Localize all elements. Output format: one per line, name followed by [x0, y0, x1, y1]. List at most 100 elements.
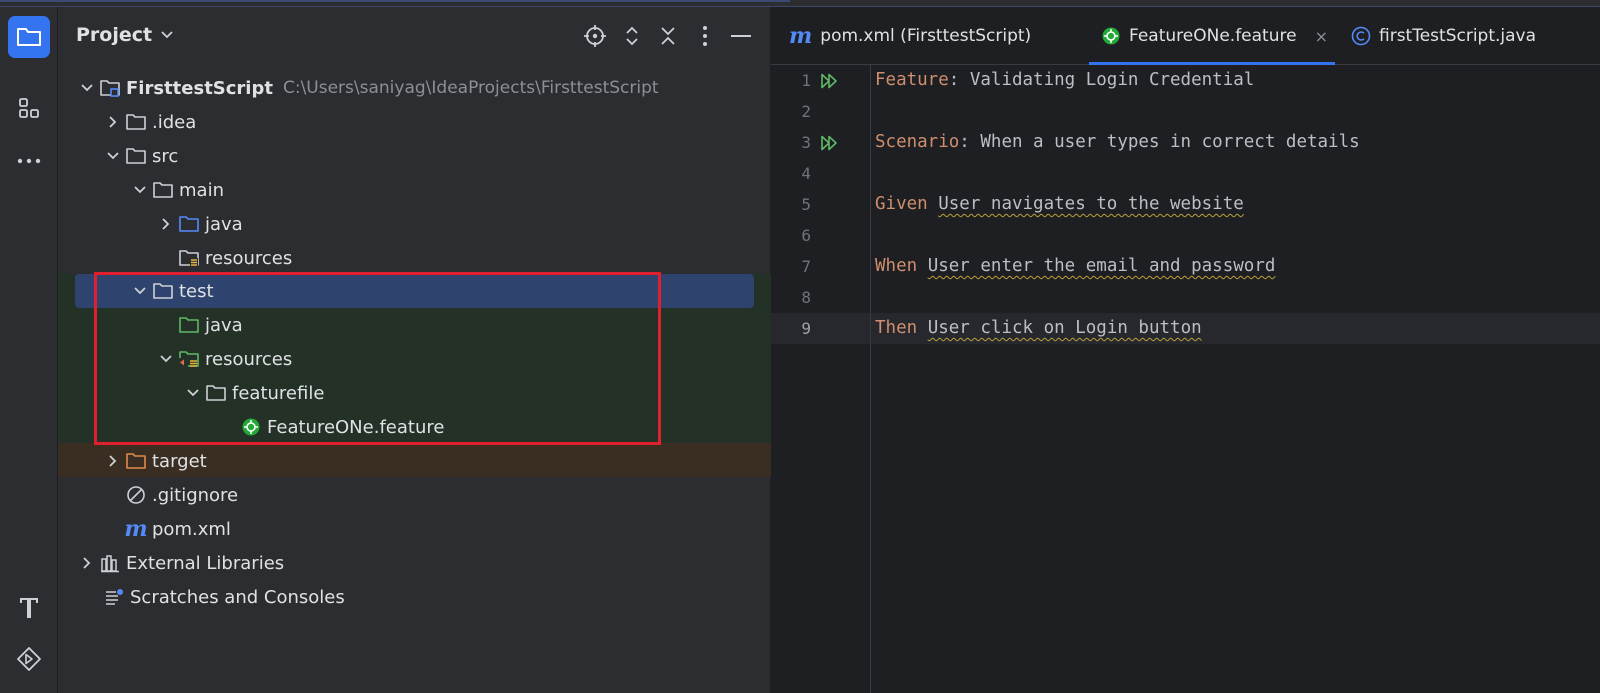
tab-pom-xml[interactable]: m pom.xml (FirsttestScript): [789, 7, 1031, 65]
code-text: : When a user types in correct details: [959, 132, 1360, 152]
chevron-down-icon[interactable]: [182, 376, 204, 410]
run-icon: [17, 647, 41, 671]
tree-item-src[interactable]: src: [58, 139, 771, 173]
tree-item-gitignore[interactable]: .gitignore: [58, 478, 771, 512]
undefined-step-text: User navigates to the website: [938, 194, 1244, 214]
tree-item-label: .idea: [152, 111, 197, 133]
gherkin-keyword: Then: [875, 318, 918, 338]
source-folder-icon: [177, 207, 201, 241]
tree-item-label: FirsttestScript: [126, 77, 273, 99]
tab-java-file[interactable]: firstTestScript.java: [1351, 7, 1536, 65]
code-line[interactable]: 1 Feature: Validating Login Credential: [771, 65, 1600, 96]
ignored-file-icon: [124, 478, 148, 512]
tab-label: firstTestScript.java: [1379, 26, 1537, 46]
line-number: 2: [801, 102, 811, 121]
tool-window-strip: [0, 7, 58, 693]
code-text: : Validating Login Credential: [948, 70, 1255, 90]
project-panel: Project FirsttestScript C:\Users\saniyag…: [58, 7, 771, 693]
run-tool-button[interactable]: [8, 638, 50, 680]
project-path: C:\Users\saniyag\IdeaProjects\FirsttestS…: [282, 78, 659, 98]
undefined-step-text: User click on Login button: [927, 318, 1202, 338]
hide-panel-button[interactable]: [728, 23, 754, 49]
tree-item-pom[interactable]: m pom.xml: [58, 512, 771, 546]
code-line[interactable]: 3 Scenario: When a user types in correct…: [771, 127, 1600, 158]
line-number: 7: [801, 257, 811, 276]
editor-area: m pom.xml (FirsttestScript) FeatureONe.f…: [771, 7, 1600, 693]
line-number: 3: [801, 133, 811, 152]
collapse-all-button[interactable]: [655, 23, 681, 49]
project-view-selector[interactable]: Project: [76, 24, 174, 46]
more-icon: [17, 158, 41, 164]
chevron-down-icon[interactable]: [155, 342, 177, 376]
expand-collapse-icon: [626, 26, 638, 46]
chevron-down-icon[interactable]: [102, 139, 124, 173]
folder-icon: [151, 274, 175, 308]
code-line[interactable]: 9 Then User click on Login button: [771, 313, 1600, 344]
tree-item-test[interactable]: test: [58, 274, 771, 308]
line-number: 9: [801, 319, 811, 338]
chevron-down-icon[interactable]: [129, 274, 151, 308]
locate-file-button[interactable]: [582, 23, 608, 49]
tree-item-label: resources: [205, 348, 293, 370]
code-line[interactable]: 7 When User enter the email and password: [771, 251, 1600, 282]
editor-tab-bar: m pom.xml (FirsttestScript) FeatureONe.f…: [771, 7, 1600, 65]
folder-icon: [204, 376, 228, 410]
gherkin-keyword: Feature: [875, 70, 949, 90]
folder-icon: [124, 139, 148, 173]
chevron-right-icon[interactable]: [102, 105, 124, 139]
chevron-right-icon[interactable]: [76, 546, 98, 580]
cucumber-icon: [239, 410, 263, 444]
tree-item-label: test: [179, 280, 214, 302]
tree-item-label: featurefile: [232, 382, 325, 404]
tree-item-project-root[interactable]: FirsttestScript C:\Users\saniyag\IdeaPro…: [58, 71, 771, 105]
code-line[interactable]: 6: [771, 220, 1600, 251]
tab-feature-file[interactable]: FeatureONe.feature ×: [1089, 7, 1335, 65]
gherkin-keyword: When: [875, 256, 918, 276]
code-line[interactable]: 8: [771, 282, 1600, 313]
tree-item-label: resources: [205, 247, 293, 269]
tree-item-main-resources[interactable]: resources: [58, 241, 771, 275]
window-top-border: [0, 0, 1600, 7]
tree-item-test-resources[interactable]: resources: [58, 342, 771, 376]
run-gutter-icon[interactable]: [821, 65, 841, 96]
tree-item-external-libraries[interactable]: External Libraries: [58, 546, 771, 580]
resources-folder-icon: [177, 241, 201, 275]
tree-item-idea[interactable]: .idea: [58, 105, 771, 139]
panel-title: Project: [76, 24, 153, 46]
code-line[interactable]: 4: [771, 158, 1600, 189]
tree-item-scratches[interactable]: Scratches and Consoles: [58, 580, 771, 614]
crosshair-icon: [584, 25, 606, 47]
close-icon[interactable]: ×: [1315, 27, 1328, 46]
project-tool-button[interactable]: [8, 16, 50, 58]
structure-tool-button[interactable]: [8, 87, 50, 129]
folder-icon: [124, 105, 148, 139]
gherkin-keyword: Scenario: [875, 132, 960, 152]
tab-label: pom.xml (FirsttestScript): [820, 26, 1032, 46]
tree-item-main-java[interactable]: java: [58, 207, 771, 241]
code-line[interactable]: 5 Given User navigates to the website: [771, 189, 1600, 220]
more-tools-button[interactable]: [8, 140, 50, 182]
undefined-step-text: User enter the email and password: [927, 256, 1276, 276]
chevron-right-icon[interactable]: [102, 444, 124, 478]
chevron-down-icon[interactable]: [76, 71, 98, 105]
chevron-right-icon[interactable]: [155, 207, 177, 241]
tree-item-feature-file[interactable]: FeatureONe.feature: [58, 410, 771, 444]
tree-item-featurefile[interactable]: featurefile: [58, 376, 771, 410]
expand-all-button[interactable]: [619, 23, 645, 49]
tree-item-test-java[interactable]: java: [58, 308, 771, 342]
tree-item-target[interactable]: target: [58, 444, 771, 478]
gherkin-keyword: Given: [875, 194, 928, 214]
tree-item-label: .gitignore: [152, 484, 239, 506]
run-gutter-icon[interactable]: [821, 127, 841, 158]
class-icon: [1351, 26, 1371, 46]
line-number: 6: [801, 226, 811, 245]
minimize-icon: [731, 35, 751, 37]
chevron-down-icon[interactable]: [129, 173, 151, 207]
line-number: 8: [801, 288, 811, 307]
tree-item-label: java: [205, 213, 243, 235]
options-menu-button[interactable]: [692, 23, 718, 49]
tree-item-main[interactable]: main: [58, 173, 771, 207]
code-line[interactable]: 2: [771, 96, 1600, 127]
build-tool-button[interactable]: [8, 586, 50, 628]
structure-icon: [19, 98, 39, 118]
